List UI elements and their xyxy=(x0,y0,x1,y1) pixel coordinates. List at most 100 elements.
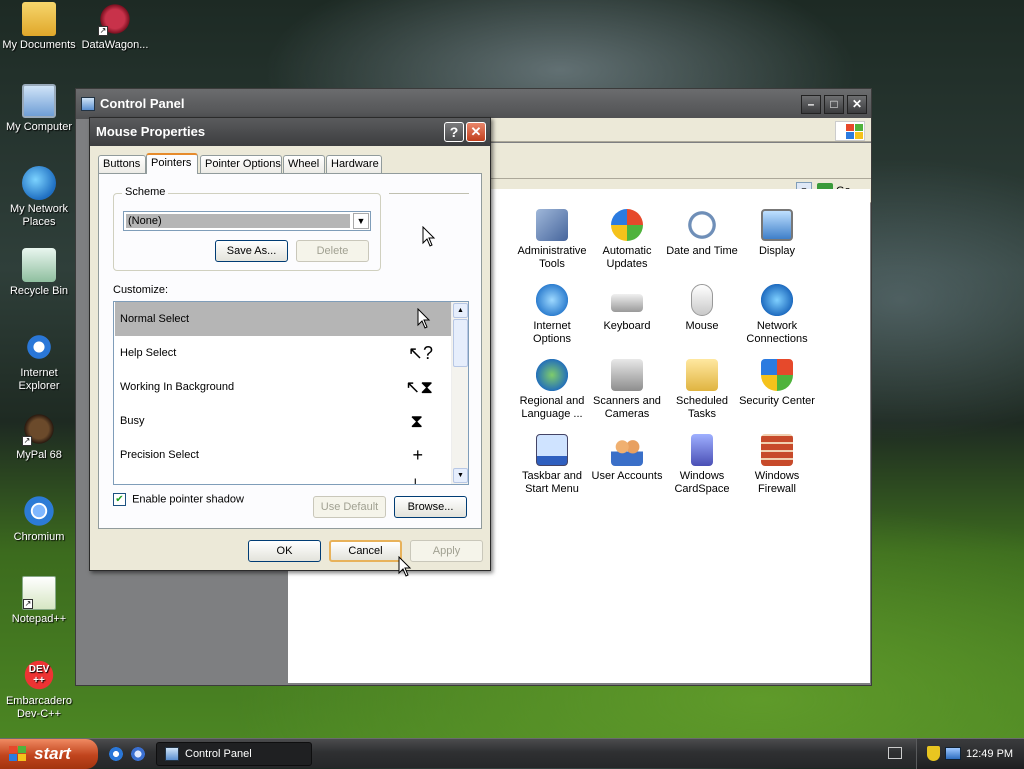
list-item-normal-select[interactable]: Normal Select xyxy=(115,302,451,336)
use-default-button[interactable]: Use Default xyxy=(313,496,386,518)
pointers-tab-panel: Scheme (None) ▼ Save As... Delete Custom… xyxy=(98,173,482,529)
desktop-icon-recycle-bin[interactable]: Recycle Bin xyxy=(0,248,78,298)
hourglass-icon: ⧗ xyxy=(410,411,423,431)
desktop-icon-label: My Computer xyxy=(5,121,73,133)
keyboard-icon[interactable] xyxy=(888,747,902,759)
chevron-down-icon[interactable]: ▼ xyxy=(353,213,369,229)
tab-pointers[interactable]: Pointers xyxy=(146,153,198,174)
start-label: start xyxy=(34,744,71,763)
delete-button[interactable]: Delete xyxy=(296,240,369,262)
shortcut-arrow-icon: ↗ xyxy=(23,599,33,609)
cp-item-network-connections[interactable]: Network Connections xyxy=(739,284,815,346)
cp-item-internet-options[interactable]: Internet Options xyxy=(514,284,590,346)
datawagon-icon: ↗ xyxy=(98,2,132,36)
security-shield-icon xyxy=(761,359,793,391)
tab-hardware[interactable]: Hardware xyxy=(326,155,382,173)
help-button[interactable]: ? xyxy=(444,122,464,142)
list-item-precision-select[interactable]: Precision Select + xyxy=(115,438,451,472)
scheme-groupbox: Scheme (None) ▼ Save As... Delete xyxy=(113,186,381,271)
taskbar-button-control-panel[interactable]: Control Panel xyxy=(156,742,312,766)
security-shield-icon[interactable] xyxy=(927,746,940,761)
maximize-button[interactable]: □ xyxy=(824,95,844,114)
quicklaunch-ie-icon[interactable] xyxy=(108,746,124,762)
clock[interactable]: 12:49 PM xyxy=(966,739,1013,769)
desktop-icon-label: My Documents xyxy=(2,39,76,51)
cp-item-automatic-updates[interactable]: Automatic Updates xyxy=(589,209,665,271)
working-cursor-icon: ↖⧗ xyxy=(405,377,433,397)
scroll-up-arrow-icon[interactable]: ▲ xyxy=(453,303,468,318)
checkbox-checked-icon[interactable]: ✔ xyxy=(113,493,126,506)
cancel-button[interactable]: Cancel xyxy=(329,540,402,562)
tab-buttons[interactable]: Buttons xyxy=(98,155,146,173)
devcpp-icon: DEV ++ xyxy=(22,658,56,692)
windows-logo-icon xyxy=(835,121,865,141)
recycle-bin-icon xyxy=(22,248,56,282)
desktop-icon-notepadpp[interactable]: ↗ Notepad++ xyxy=(0,576,78,626)
cp-item-scheduled-tasks[interactable]: Scheduled Tasks xyxy=(664,359,740,421)
scheme-label: Scheme xyxy=(122,186,169,198)
cp-item-display[interactable]: Display xyxy=(739,209,815,258)
ok-button[interactable]: OK xyxy=(248,540,321,562)
tab-pointer-options[interactable]: Pointer Options xyxy=(200,155,282,173)
desktop-icon-chromium[interactable]: Chromium xyxy=(0,494,78,544)
pointer-list-scrollbar[interactable]: ▲ ▼ xyxy=(451,302,468,484)
control-panel-icon xyxy=(165,747,179,761)
taskbar: start Control Panel 12:49 PM xyxy=(0,738,1024,769)
desktop-icon-label: Embarcadero Dev-C++ xyxy=(5,695,73,720)
scrollbar-thumb[interactable] xyxy=(453,319,468,367)
list-item-text-select[interactable]: I xyxy=(115,472,451,484)
cp-item-mouse[interactable]: Mouse xyxy=(664,284,740,333)
network-icon[interactable] xyxy=(945,747,961,760)
desktop-icon-internet-explorer[interactable]: Internet Explorer xyxy=(0,330,78,393)
dialog-titlebar[interactable]: Mouse Properties ? ✕ xyxy=(90,118,490,146)
close-window-button[interactable]: ✕ xyxy=(847,95,867,114)
shortcut-arrow-icon: ↗ xyxy=(98,26,108,36)
cp-item-windows-cardspace[interactable]: Windows CardSpace xyxy=(664,434,740,496)
list-item-busy[interactable]: Busy ⧗ xyxy=(115,404,451,438)
user-accounts-icon xyxy=(611,434,643,466)
apply-button[interactable]: Apply xyxy=(410,540,483,562)
scheme-select[interactable]: (None) ▼ xyxy=(123,211,371,231)
arrow-cursor-icon xyxy=(422,226,436,247)
list-item-help-select[interactable]: Help Select ↖? xyxy=(115,336,451,370)
start-button[interactable]: start xyxy=(0,739,98,769)
quicklaunch-browser-icon[interactable] xyxy=(130,746,146,762)
desktop-icon-mypal[interactable]: ↗ MyPal 68 xyxy=(0,412,78,462)
mouse-properties-dialog[interactable]: Mouse Properties ? ✕ Buttons Pointers Po… xyxy=(89,117,491,571)
cp-item-keyboard[interactable]: Keyboard xyxy=(589,284,665,333)
scanner-icon xyxy=(611,359,643,391)
save-as-button[interactable]: Save As... xyxy=(215,240,288,262)
close-dialog-button[interactable]: ✕ xyxy=(466,122,486,142)
chromium-icon xyxy=(22,494,56,528)
desktop-icon-my-documents[interactable]: My Documents xyxy=(0,2,78,52)
control-panel-icon xyxy=(81,97,95,111)
control-panel-titlebar[interactable]: Control Panel – □ ✕ xyxy=(76,89,871,119)
cp-item-administrative-tools[interactable]: Administrative Tools xyxy=(514,209,590,271)
taskbar-button-label: Control Panel xyxy=(185,748,252,760)
cp-item-date-and-time[interactable]: Date and Time xyxy=(664,209,740,258)
desktop-icon-label: Notepad++ xyxy=(11,613,67,625)
pointer-list[interactable]: Normal Select Help Select ↖? Working In … xyxy=(113,301,469,485)
pointer-shadow-checkbox[interactable]: ✔ Enable pointer shadow xyxy=(113,493,244,506)
browse-button[interactable]: Browse... xyxy=(394,496,467,518)
pointer-preview xyxy=(389,193,469,271)
my-computer-icon xyxy=(22,84,56,118)
cp-item-user-accounts[interactable]: User Accounts xyxy=(589,434,665,483)
desktop-icon-devcpp[interactable]: DEV ++ Embarcadero Dev-C++ xyxy=(0,658,78,721)
desktop-icon-network-places[interactable]: My Network Places xyxy=(0,166,78,229)
display-icon xyxy=(761,209,793,241)
cp-item-windows-firewall[interactable]: Windows Firewall xyxy=(739,434,815,496)
cp-item-regional-language[interactable]: Regional and Language ... xyxy=(514,359,590,421)
cp-item-scanners-cameras[interactable]: Scanners and Cameras xyxy=(589,359,665,421)
desktop-icon-my-computer[interactable]: My Computer xyxy=(0,84,78,134)
scroll-down-arrow-icon[interactable]: ▼ xyxy=(453,468,468,483)
my-documents-icon xyxy=(22,2,56,36)
minimize-button[interactable]: – xyxy=(801,95,821,114)
cp-item-taskbar-start-menu[interactable]: Taskbar and Start Menu xyxy=(514,434,590,496)
menu-bar xyxy=(491,118,871,142)
tab-wheel[interactable]: Wheel xyxy=(283,155,325,173)
cp-item-security-center[interactable]: Security Center xyxy=(739,359,815,408)
desktop-icon-datawagon[interactable]: ↗ DataWagon... xyxy=(76,2,154,52)
clock-icon xyxy=(686,209,718,241)
list-item-working-in-background[interactable]: Working In Background ↖⧗ xyxy=(115,370,451,404)
